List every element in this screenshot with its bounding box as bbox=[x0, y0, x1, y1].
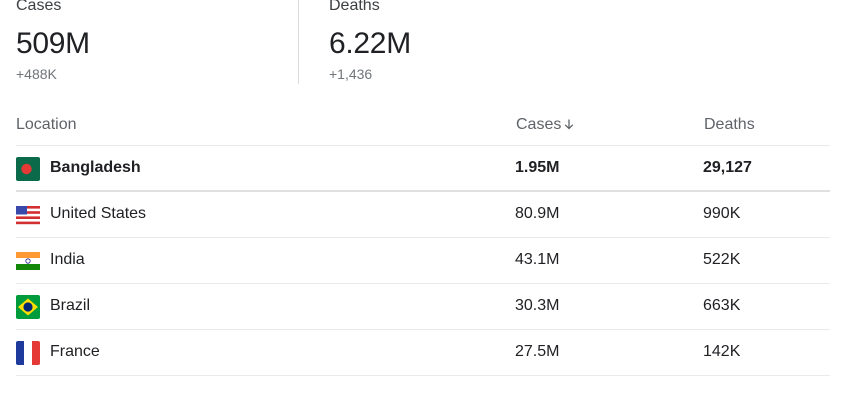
row-deaths: 990K bbox=[703, 205, 741, 222]
row-cases: 27.5M bbox=[515, 343, 560, 360]
deaths-column-header[interactable]: Deaths bbox=[704, 116, 755, 134]
row-cases: 43.1M bbox=[515, 251, 560, 268]
table-row[interactable]: India 43.1M 522K bbox=[16, 238, 830, 284]
location-table: Location Cases Deaths Bangladesh 1.95M 2… bbox=[16, 104, 830, 376]
row-location: Bangladesh bbox=[50, 159, 141, 176]
row-location: France bbox=[50, 343, 100, 360]
brazil-flag-icon bbox=[16, 295, 40, 319]
france-flag-icon bbox=[16, 341, 40, 365]
stat-divider bbox=[298, 0, 299, 84]
united-states-flag-icon bbox=[16, 203, 40, 227]
cases-stat-delta: +488K bbox=[16, 66, 57, 82]
cases-stat-value: 509M bbox=[16, 27, 90, 60]
bangladesh-flag-icon bbox=[16, 157, 40, 181]
arrow-down-icon bbox=[563, 117, 575, 130]
summary-stats: Cases 509M +488K Deaths 6.22M +1,436 bbox=[0, 0, 867, 92]
row-location: Brazil bbox=[50, 297, 91, 314]
row-cases: 30.3M bbox=[515, 297, 560, 314]
deaths-stat-label: Deaths bbox=[329, 0, 380, 14]
row-location: United States bbox=[50, 205, 147, 222]
row-deaths: 142K bbox=[703, 343, 741, 360]
table-row[interactable]: Brazil 30.3M 663K bbox=[16, 284, 830, 330]
table-header: Location Cases Deaths bbox=[16, 104, 830, 146]
row-deaths: 29,127 bbox=[703, 159, 752, 176]
row-location: India bbox=[50, 251, 85, 268]
table-row[interactable]: United States 80.9M 990K bbox=[16, 192, 830, 238]
location-column-header[interactable]: Location bbox=[16, 116, 77, 134]
india-flag-icon bbox=[16, 249, 40, 273]
cases-stat-label: Cases bbox=[16, 0, 62, 14]
cases-column-header[interactable]: Cases bbox=[516, 116, 575, 134]
row-deaths: 522K bbox=[703, 251, 741, 268]
deaths-stat-delta: +1,436 bbox=[329, 66, 373, 82]
row-cases: 80.9M bbox=[515, 205, 560, 222]
table-row[interactable]: Bangladesh 1.95M 29,127 bbox=[16, 146, 830, 192]
row-deaths: 663K bbox=[703, 297, 741, 314]
cases-column-header-label: Cases bbox=[516, 116, 562, 133]
row-cases: 1.95M bbox=[515, 159, 560, 176]
table-row[interactable]: France 27.5M 142K bbox=[16, 330, 830, 376]
deaths-stat-value: 6.22M bbox=[329, 27, 411, 60]
